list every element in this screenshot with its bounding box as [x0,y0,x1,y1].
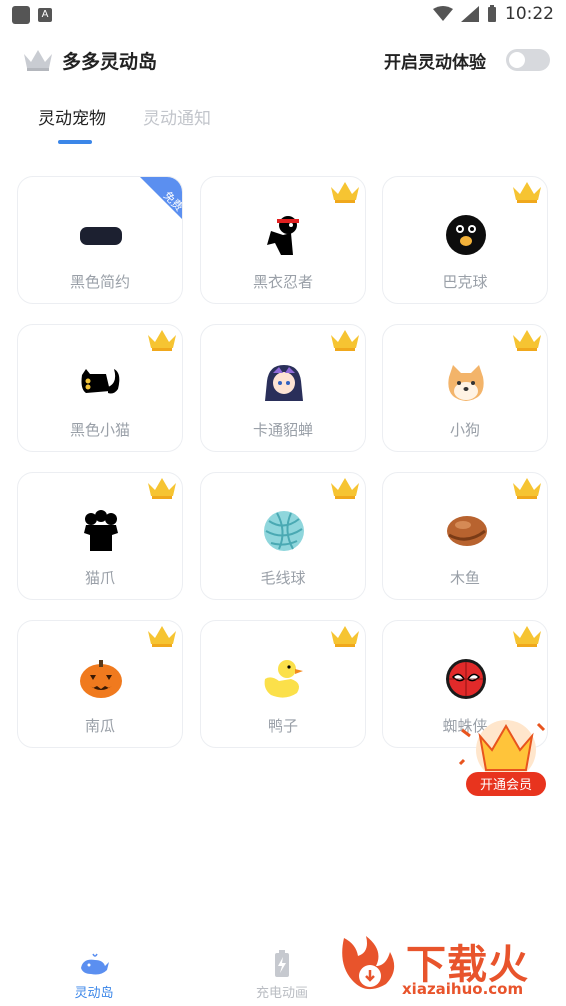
nav-charging[interactable]: 充电动画 [232,950,332,1001]
toggle-knob [509,52,525,68]
vip-crown-icon [513,330,541,351]
header: 多多灵动岛 开启灵动体验 [22,44,552,78]
yarn-ball-icon [264,511,304,551]
pet-label: 南瓜 [84,717,115,735]
pet-card-wooden-fish[interactable]: 木鱼 [382,472,548,600]
status-time: 10:22 [505,4,554,24]
pet-label: 卡通貂蝉 [252,421,313,439]
free-badge: 免费 [140,177,182,219]
app-title: 多多灵动岛 [62,51,158,73]
black-ball-icon [446,215,486,255]
dog-icon [448,365,484,401]
vip-crown-icon [148,478,176,499]
vip-crown-icon [148,330,176,351]
app-notification-icon: A [38,8,52,22]
nav-charging-label: 充电动画 [255,986,308,1001]
vip-crown-icon [513,182,541,203]
signal-icon [461,6,479,22]
status-bar: A 10:22 [0,0,566,30]
pet-card-duck[interactable]: 鸭子 [200,620,366,748]
wifi-icon [433,6,453,21]
vip-crown-icon [513,626,541,647]
battery-icon [275,950,289,977]
tab-bar: 灵动宠物 灵动通知 [38,104,338,150]
pumpkin-icon [80,660,122,698]
pet-card-cat-paw[interactable]: 猫爪 [17,472,183,600]
vip-crown-icon [331,182,359,203]
nav-island[interactable]: 灵动岛 [44,950,144,1001]
pet-label: 黑色小猫 [69,421,130,439]
pet-label: 巴克球 [442,273,488,291]
pet-card-black-simple[interactable]: 免费 黑色简约 [17,176,183,304]
pet-label: 毛线球 [260,569,306,587]
spiderman-icon [446,659,486,699]
vip-promo-crown-icon: 开通会员 [458,720,546,796]
cartoon-girl-icon [265,365,303,401]
watermark: 下载火 xiazaihuo.com [336,930,562,1002]
vip-crown-icon [331,478,359,499]
vip-crown-icon [331,330,359,351]
pet-label: 黑色简约 [69,273,130,291]
vip-crown-icon [513,478,541,499]
black-cat-icon [81,369,120,394]
watermark-url: xiazaihuo.com [402,980,524,998]
toggle-label: 开启灵动体验 [384,53,486,73]
tab-pets[interactable]: 灵动宠物 [38,104,106,129]
pet-label: 猫爪 [84,569,115,587]
experience-toggle[interactable] [506,49,550,71]
vip-promo-label: 开通会员 [480,778,532,793]
pet-card-dog[interactable]: 小狗 [382,324,548,452]
pet-label: 小狗 [449,421,480,439]
tab-indicator [58,140,92,144]
notification-icon [12,6,30,24]
pet-card-black-cat[interactable]: 黑色小猫 [17,324,183,452]
wooden-fish-icon [447,516,487,546]
whale-icon [81,953,109,975]
duck-icon [264,660,303,698]
tab-notifications[interactable]: 灵动通知 [143,104,211,129]
pet-card-pumpkin[interactable]: 南瓜 [17,620,183,748]
cat-paw-icon [84,510,118,551]
pet-label: 木鱼 [449,569,480,587]
pet-card-yarn-ball[interactable]: 毛线球 [200,472,366,600]
pet-card-ball[interactable]: 巴克球 [382,176,548,304]
pet-card-ninja[interactable]: 黑衣忍者 [200,176,366,304]
ninja-icon [267,216,299,255]
vip-crown-icon [331,626,359,647]
pet-label: 鸭子 [267,717,298,735]
vip-promo-button[interactable]: 开通会员 [458,712,548,804]
flame-logo-icon [342,936,395,990]
crown-logo-icon [24,50,52,71]
vip-crown-icon [148,626,176,647]
battery-status-icon [488,5,496,22]
pet-card-cartoon-girl[interactable]: 卡通貂蝉 [200,324,366,452]
black-pill-icon [80,227,122,245]
pet-label: 黑衣忍者 [252,273,313,291]
nav-island-label: 灵动岛 [74,986,114,1001]
